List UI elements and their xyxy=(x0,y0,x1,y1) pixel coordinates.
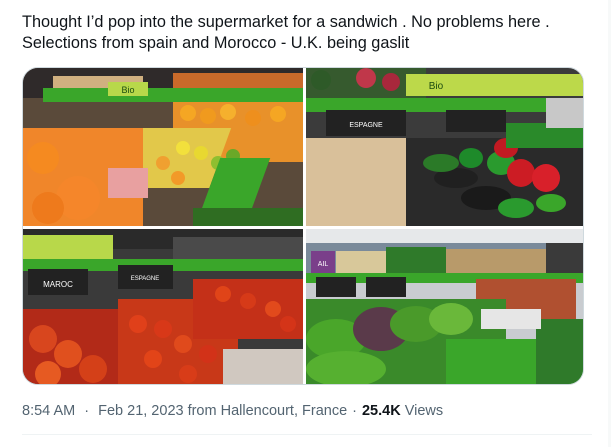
tweet-location: from Hallencourt, France xyxy=(187,403,348,419)
photo-peppers-vegetables[interactable]: Bio ESPAGNE xyxy=(306,68,583,226)
photo3-origin-tag: MAROC xyxy=(43,280,73,289)
photo3-price-tag: ESPAGNE xyxy=(131,276,160,282)
tweet-text: Thought I’d pop into the supermarket for… xyxy=(22,12,602,54)
photo2-price-tag: ESPAGNE xyxy=(349,122,383,129)
photo-produce-aisle-image: AIL xyxy=(306,229,583,384)
views-link[interactable]: 25.4K Views xyxy=(362,403,443,419)
tweet-date: Feb 21, 2023 xyxy=(98,403,184,419)
photo-oranges-lemons-image: Bio xyxy=(23,68,303,226)
photo-peppers-vegetables-image: Bio ESPAGNE xyxy=(306,68,583,226)
photo1-bio-sign: Bio xyxy=(121,85,134,95)
tweet-time: 8:54 AM xyxy=(22,403,76,419)
views-count: 25.4K xyxy=(361,403,401,419)
tweet-text-line-1: Thought I’d pop into the supermarket for… xyxy=(22,13,550,31)
tweet-text-line-2: Selections from spain and Morocco - U.K.… xyxy=(22,34,410,52)
photo-oranges-lemons[interactable]: Bio xyxy=(23,68,303,226)
tweet-meta: 8:54 AM · Feb 21, 2023 from Hallencourt,… xyxy=(22,401,443,421)
photo4-ail-sign: AIL xyxy=(318,261,329,268)
meta-separator-2: · xyxy=(352,403,357,419)
photo-produce-aisle[interactable]: AIL xyxy=(306,229,583,384)
photo-tomatoes[interactable]: MAROC ESPAGNE xyxy=(23,229,303,384)
photo-tomatoes-image: MAROC ESPAGNE xyxy=(23,229,303,384)
media-grid: Bio Bio ESPAGNE MAROC ESPAGNE AIL xyxy=(22,67,584,385)
photo2-bio-sign: Bio xyxy=(429,81,444,92)
divider xyxy=(22,434,592,435)
meta-separator: · xyxy=(84,403,90,419)
tweet-timestamp-link[interactable]: 8:54 AM · Feb 21, 2023 xyxy=(22,403,184,419)
views-label: Views xyxy=(404,403,444,419)
